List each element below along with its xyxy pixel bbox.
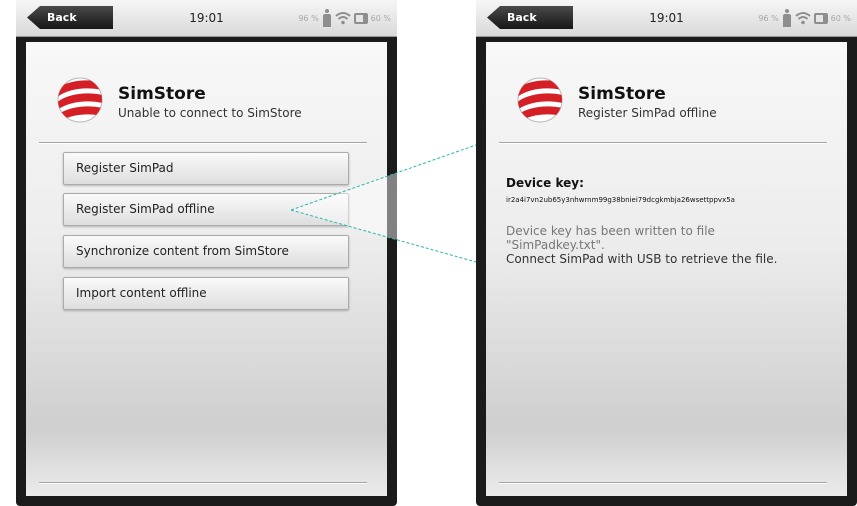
callout-overlay xyxy=(290,144,477,263)
